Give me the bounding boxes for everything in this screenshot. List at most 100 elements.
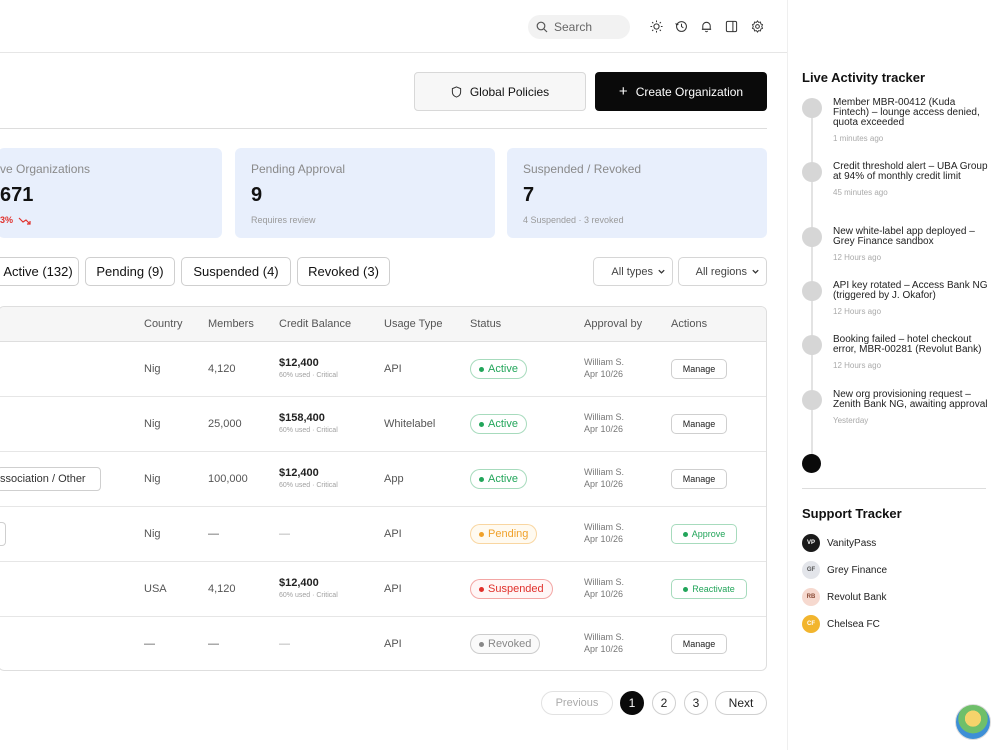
country-cell: USA (144, 583, 167, 595)
trend-down-icon (18, 217, 31, 225)
timeline-end-marker (802, 454, 821, 473)
search-input[interactable]: Search (528, 15, 630, 39)
filter-chip-revoked[interactable]: Revoked (3) (297, 257, 390, 286)
status-badge: Active (470, 359, 527, 379)
manage-button[interactable]: Manage (671, 634, 727, 654)
region-select[interactable]: All regions (678, 257, 767, 286)
activity-item-time: 12 Hours ago (833, 307, 882, 316)
country-cell: Nig (144, 473, 161, 485)
card-value: 671 (0, 184, 34, 206)
card-value: 7 (523, 184, 535, 206)
card-sub: Requires review (251, 215, 316, 225)
table-header: Country Members Credit Balance Usage Typ… (0, 307, 766, 342)
country-cell: — (144, 638, 155, 650)
table-row: Nig 25,000 $158,400 60% used · Critical Whit… (0, 397, 766, 452)
activity-item-text: API key rotated – Access Bank NG (trigge… (833, 280, 988, 301)
approve-button[interactable]: Approve (671, 524, 737, 544)
activity-item-time: Yesterday (833, 416, 869, 425)
sun-icon[interactable] (648, 18, 664, 34)
support-name: Revolut Bank (827, 591, 887, 603)
credit-amount: — (279, 528, 290, 540)
bell-icon[interactable] (698, 18, 714, 34)
credit-amount: $12,400 (279, 577, 319, 589)
support-item[interactable]: RB Revolut Bank (802, 588, 886, 606)
column-header: Country (144, 318, 183, 330)
create-organization-button[interactable]: + Create Organization (595, 72, 767, 111)
activity-item-text: New org provisioning request – Zenith Ba… (833, 389, 988, 410)
support-item[interactable]: VP VanityPass (802, 534, 876, 552)
search-icon (536, 21, 548, 33)
manage-button[interactable]: Manage (671, 359, 727, 379)
support-item[interactable]: GF Grey Finance (802, 561, 887, 579)
status-badge: Active (470, 414, 527, 434)
history-icon[interactable] (673, 18, 689, 34)
members-cell: — (208, 528, 219, 540)
panel-toggle-icon[interactable] (723, 18, 739, 34)
credit-usage-note: 60% used · Critical (279, 592, 338, 599)
activity-item-text: Booking failed – hotel checkout error, M… (833, 334, 982, 355)
column-header: Usage Type (384, 318, 443, 330)
global-policies-label: Global Policies (469, 84, 550, 99)
card-label: ve Organizations (0, 162, 91, 176)
manage-button[interactable]: Manage (671, 414, 727, 434)
activity-item-text: New white-label app deployed – Grey Fina… (833, 226, 975, 247)
card-sub: 4 Suspended · 3 revoked (523, 215, 624, 225)
support-title: Support Tracker (802, 506, 902, 521)
panel-section-divider (802, 488, 986, 489)
activity-item-time: 45 minutes ago (833, 188, 888, 197)
support-avatar: GF (802, 561, 820, 579)
activity-item-time: 12 Hours ago (833, 361, 882, 370)
header-divider (0, 128, 767, 129)
support-name: Grey Finance (827, 564, 888, 576)
previous-page-button[interactable]: Previous (541, 691, 613, 715)
members-cell: 100,000 (208, 473, 248, 485)
support-item[interactable]: CF Chelsea FC (802, 615, 880, 633)
global-policies-button[interactable]: Global Policies (414, 72, 586, 111)
manage-button[interactable]: Manage (671, 469, 727, 489)
card-label: Pending Approval (251, 162, 346, 176)
column-header: Status (470, 318, 502, 330)
panel-divider (787, 0, 788, 750)
table-row: USA 4,120 $12,400 60% used · Critical API Sus… (0, 562, 766, 617)
column-header: Actions (671, 318, 708, 330)
column-header: Credit Balance (279, 318, 352, 330)
country-cell: Nig (144, 528, 161, 540)
type-select[interactable]: All types (593, 257, 673, 286)
plus-icon: + (618, 82, 628, 100)
next-page-button[interactable]: Next (715, 691, 767, 715)
credit-amount: $12,400 (279, 467, 319, 479)
approval-info: William S. Apr 10/26 (584, 412, 624, 434)
card-value: 9 (251, 184, 263, 206)
search-placeholder: Search (554, 20, 593, 34)
page-2-button[interactable]: 2 (652, 691, 676, 715)
usage-type-cell: App (384, 473, 404, 485)
timeline-dot (802, 281, 822, 301)
chevron-down-icon (752, 269, 759, 274)
credit-amount: $12,400 (279, 357, 319, 369)
page-3-button[interactable]: 3 (684, 691, 708, 715)
timeline-dot (802, 390, 822, 410)
activity-title: Live Activity tracker (802, 70, 926, 85)
column-header: Approval by (584, 318, 643, 330)
timeline-dot (802, 335, 822, 355)
approval-info: William S. Apr 10/26 (584, 522, 624, 544)
support-name: Chelsea FC (827, 618, 880, 630)
org-name-field[interactable] (0, 522, 6, 546)
user-avatar[interactable] (955, 704, 991, 740)
approval-info: William S. Apr 10/26 (584, 632, 624, 654)
organizations-table: Country Members Credit Balance Usage Typ… (0, 306, 767, 671)
reactivate-button[interactable]: Reactivate (671, 579, 747, 599)
pending-approval-card: Pending Approval 9 Requires review (235, 148, 495, 238)
usage-type-cell: API (384, 583, 402, 595)
support-avatar: VP (802, 534, 820, 552)
table-row: Nig 4,120 $12,400 60% used · Critical API Act… (0, 342, 766, 397)
filter-chip-pending[interactable]: Pending (9) (85, 257, 175, 286)
page-1-button[interactable]: 1 (620, 691, 644, 715)
approval-info: William S. Apr 10/26 (584, 357, 624, 379)
filter-chip-active[interactable]: Active (132) (0, 257, 79, 286)
members-cell: 4,120 (208, 583, 236, 595)
suspended-revoked-card: Suspended / Revoked 7 4 Suspended · 3 re… (507, 148, 767, 238)
association-type-field[interactable]: ssociation / Other (0, 467, 101, 491)
filter-chip-suspended[interactable]: Suspended (4) (181, 257, 291, 286)
gear-icon[interactable] (749, 18, 765, 34)
